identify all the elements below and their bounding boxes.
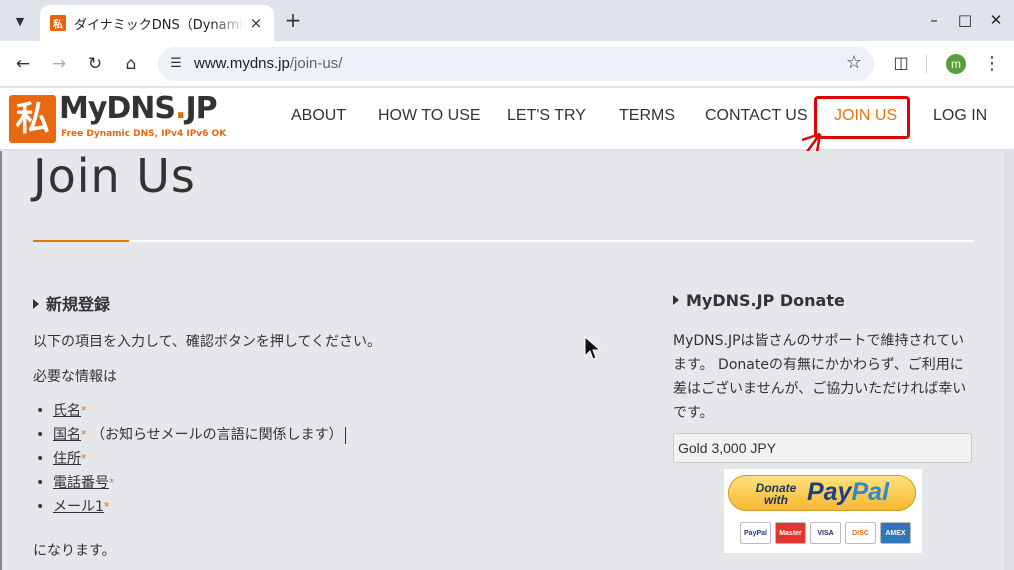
nav-lets-try[interactable]: LET'S TRY	[507, 107, 586, 125]
required-fields-list: 氏名* 国名* （お知らせメールの言語に関係します） 住所* 電話番号* メール…	[36, 399, 346, 519]
visa-icon: VISA	[810, 522, 841, 544]
tab-search-chevron-icon[interactable]: ▼	[7, 8, 33, 34]
page-content: Join Us 新規登録 以下の項目を入力して、確認ボタンを押してください。 必…	[0, 151, 1014, 570]
browser-tab[interactable]: 私 ダイナミックDNS（Dynamic DNS） ×	[40, 5, 274, 41]
triangle-bullet-icon	[33, 298, 39, 309]
signup-heading: 新規登録	[33, 291, 110, 315]
paypal-card-icon: PayPal	[740, 522, 771, 544]
profile-avatar[interactable]: m	[946, 54, 966, 74]
tab-close-icon[interactable]: ×	[248, 15, 264, 31]
text-caret	[344, 426, 346, 444]
maximize-icon[interactable]: □	[955, 10, 975, 30]
extensions-puzzle-icon[interactable]: ◫	[890, 52, 912, 74]
tab-strip: ▼ 私 ダイナミックDNS（Dynamic DNS） × + – □ ✕	[0, 0, 1014, 41]
tab-title: ダイナミックDNS（Dynamic DNS）	[74, 17, 246, 33]
forward-arrow-icon[interactable]: →	[47, 52, 71, 76]
triangle-bullet-icon	[673, 294, 679, 305]
list-item: 住所*	[36, 447, 346, 471]
donate-amount-select[interactable]: Gold 3,000 JPY	[673, 433, 972, 463]
site-favicon-icon: 私	[50, 15, 66, 31]
paypal-button-pill[interactable]: Donate with PayPal	[728, 475, 916, 511]
title-divider	[33, 240, 973, 242]
title-divider-accent	[33, 240, 129, 242]
discover-icon: DISC	[845, 522, 876, 544]
browser-toolbar: ← → ↻ ⌂ ☰ www.mydns.jp/join-us/ ☆ ◫ m ⋮	[0, 41, 1014, 87]
list-item: 電話番号*	[36, 471, 346, 495]
back-arrow-icon[interactable]: ←	[11, 52, 35, 76]
address-bar[interactable]: ☰ www.mydns.jp/join-us/ ☆	[158, 47, 874, 81]
signup-outro: になります。	[33, 543, 116, 559]
site-logo[interactable]: 私 MyDNS.JP Free Dynamic DNS, IPv4 IPv6 O…	[9, 91, 229, 145]
payment-cards: PayPal Master VISA DISC AMEX	[740, 522, 911, 544]
site-info-tune-icon[interactable]: ☰	[166, 54, 186, 74]
list-item: メール1*	[36, 495, 346, 519]
scrollbar-track[interactable]	[1004, 151, 1014, 570]
signup-intro: 以下の項目を入力して、確認ボタンを押してください。	[33, 334, 382, 350]
list-item: 国名* （お知らせメールの言語に関係します）	[36, 423, 346, 447]
site-header: 私 MyDNS.JP Free Dynamic DNS, IPv4 IPv6 O…	[0, 88, 1014, 150]
paypal-donate-button[interactable]: Donate with PayPal PayPal Master VISA DI…	[724, 469, 922, 553]
new-tab-plus-icon[interactable]: +	[283, 10, 303, 30]
nav-terms[interactable]: TERMS	[619, 107, 675, 125]
logo-text: MyDNS.JP	[59, 91, 218, 126]
toolbar-divider	[926, 55, 927, 73]
required-label: 必要な情報は	[33, 369, 117, 385]
url-text[interactable]: www.mydns.jp/join-us/	[194, 55, 342, 72]
logo-tagline: Free Dynamic DNS, IPv4 IPv6 OK	[61, 129, 227, 139]
nav-log-in[interactable]: LOG IN	[933, 107, 987, 125]
minimize-icon[interactable]: –	[924, 10, 944, 30]
list-item: 氏名*	[36, 399, 346, 423]
nav-how-to-use[interactable]: HOW TO USE	[378, 107, 481, 125]
mastercard-icon: Master	[775, 522, 806, 544]
page-title: Join Us	[33, 151, 196, 203]
nav-about[interactable]: ABOUT	[291, 107, 346, 125]
logo-mark-icon: 私	[9, 95, 56, 143]
page-edge	[0, 151, 2, 570]
bookmark-star-icon[interactable]: ☆	[846, 52, 862, 73]
donate-heading: MyDNS.JP Donate	[673, 291, 845, 310]
mouse-cursor-icon	[584, 336, 602, 360]
reload-icon[interactable]: ↻	[83, 52, 107, 76]
donate-description: MyDNS.JPは皆さんのサポートで維持されています。 Donateの有無にかか…	[673, 333, 967, 421]
browser-menu-icon[interactable]: ⋮	[982, 52, 1002, 76]
paypal-logo: PayPal	[807, 478, 890, 506]
window-close-icon[interactable]: ✕	[986, 10, 1006, 30]
amex-icon: AMEX	[880, 522, 911, 544]
home-icon[interactable]: ⌂	[119, 52, 143, 76]
